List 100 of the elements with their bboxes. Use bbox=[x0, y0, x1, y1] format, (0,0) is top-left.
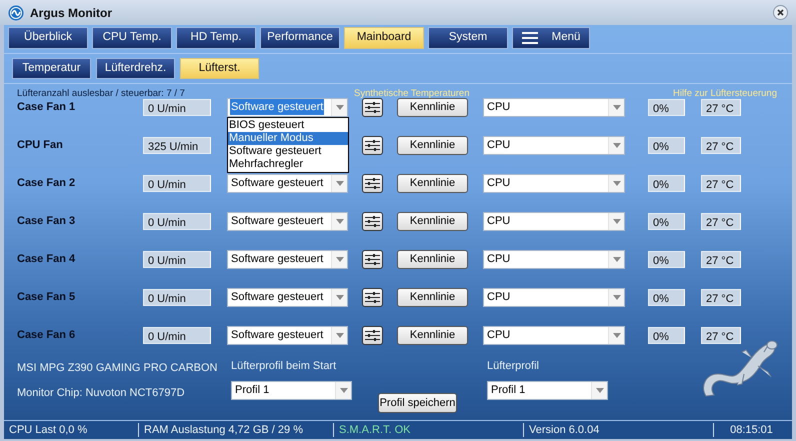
board-name: MSI MPG Z390 GAMING PRO CARBON bbox=[17, 361, 218, 376]
sliders-icon bbox=[365, 254, 380, 264]
source-select[interactable]: CPU bbox=[483, 212, 625, 230]
subtab[interactable]: Lüfterst. bbox=[180, 58, 259, 79]
subtab[interactable]: Temperatur bbox=[12, 58, 91, 79]
subtab[interactable]: Lüfterdrehz. bbox=[96, 58, 175, 79]
caret-icon bbox=[336, 294, 344, 300]
temperature-field: 27 °C bbox=[701, 98, 741, 116]
rpm-field: 0 U/min bbox=[143, 288, 211, 306]
dropdown-button[interactable] bbox=[608, 212, 624, 230]
app-logo-icon bbox=[8, 4, 24, 20]
mode-select[interactable]: Software gesteuert bbox=[227, 250, 348, 268]
settings-button[interactable] bbox=[362, 174, 383, 192]
source-select[interactable]: CPU bbox=[483, 250, 625, 268]
curve-button[interactable]: Kennlinie bbox=[397, 326, 468, 344]
curve-button[interactable]: Kennlinie bbox=[397, 288, 468, 306]
curve-button[interactable]: Kennlinie bbox=[397, 98, 468, 116]
temperature-field: 27 °C bbox=[701, 174, 741, 192]
status-text: CPU Last 0,0 % bbox=[4, 423, 139, 437]
settings-button[interactable] bbox=[362, 326, 383, 344]
rpm-field: 0 U/min bbox=[143, 98, 211, 116]
caret-icon bbox=[340, 388, 348, 392]
temperature-field: 27 °C bbox=[701, 326, 741, 344]
tab[interactable]: Mainboard bbox=[344, 27, 424, 49]
dropdown-button[interactable] bbox=[331, 174, 347, 192]
sliders-icon bbox=[365, 102, 380, 112]
dropdown-option[interactable]: Software gesteuert bbox=[228, 144, 348, 158]
source-select[interactable]: CPU bbox=[483, 98, 625, 116]
percent-field: 0% bbox=[648, 98, 685, 116]
caret-icon bbox=[612, 218, 620, 224]
curve-button[interactable]: Kennlinie bbox=[397, 212, 468, 230]
rpm-field: 325 U/min bbox=[143, 136, 211, 154]
dropdown-button[interactable] bbox=[331, 250, 347, 268]
dropdown-button[interactable] bbox=[608, 326, 624, 344]
fan-name: Case Fan 4 bbox=[17, 252, 76, 267]
close-icon[interactable] bbox=[773, 5, 788, 20]
menu-icon bbox=[522, 32, 538, 44]
menu-button[interactable]: Menü bbox=[512, 27, 590, 49]
status-text: Version 6.0.04 bbox=[524, 423, 714, 437]
dropdown-button[interactable] bbox=[608, 98, 624, 116]
sliders-icon bbox=[365, 178, 380, 188]
mode-select[interactable]: Software gesteuert bbox=[227, 174, 348, 192]
caret-icon bbox=[612, 294, 620, 300]
temperature-field: 27 °C bbox=[701, 250, 741, 268]
tab[interactable]: Performance bbox=[260, 27, 340, 49]
fan-name: Case Fan 3 bbox=[17, 214, 76, 229]
dropdown-button[interactable] bbox=[608, 288, 624, 306]
start-profile-select[interactable]: Profil 1 bbox=[231, 380, 352, 400]
source-select[interactable]: CPU bbox=[483, 174, 625, 192]
dropdown-button[interactable] bbox=[331, 288, 347, 306]
curve-button[interactable]: Kennlinie bbox=[397, 250, 468, 268]
status-text: S.M.A.R.T. OK bbox=[334, 423, 524, 437]
dropdown-button[interactable] bbox=[331, 98, 347, 116]
fan-name: Case Fan 5 bbox=[17, 290, 76, 305]
settings-button[interactable] bbox=[362, 98, 383, 116]
dropdown-option[interactable]: Manueller Modus bbox=[228, 132, 348, 144]
status-text: 08:15:01 bbox=[729, 423, 774, 437]
dropdown-button[interactable] bbox=[608, 250, 624, 268]
tab[interactable]: System bbox=[428, 27, 508, 49]
settings-button[interactable] bbox=[362, 250, 383, 268]
percent-field: 0% bbox=[648, 326, 685, 344]
tab[interactable]: Überblick bbox=[8, 27, 88, 49]
save-profile-button[interactable]: Profil speichern bbox=[378, 393, 457, 413]
caret-icon bbox=[336, 256, 344, 262]
percent-field: 0% bbox=[648, 136, 685, 154]
settings-button[interactable] bbox=[362, 288, 383, 306]
curve-button[interactable]: Kennlinie bbox=[397, 136, 468, 154]
profile-select[interactable]: Profil 1 bbox=[487, 380, 608, 400]
dropdown-button[interactable] bbox=[608, 136, 624, 154]
caret-icon bbox=[336, 218, 344, 224]
dropdown-button[interactable] bbox=[608, 174, 624, 192]
mode-select[interactable]: Software gesteuert bbox=[227, 212, 348, 230]
rpm-field: 0 U/min bbox=[143, 174, 211, 192]
tab[interactable]: CPU Temp. bbox=[92, 27, 172, 49]
source-select[interactable]: CPU bbox=[483, 326, 625, 344]
caret-icon bbox=[336, 332, 344, 338]
mode-select[interactable]: Software gesteuert bbox=[227, 326, 348, 344]
fan-name: CPU Fan bbox=[17, 138, 64, 153]
fan-name: Case Fan 2 bbox=[17, 176, 76, 191]
caret-icon bbox=[612, 256, 620, 262]
percent-field: 0% bbox=[648, 288, 685, 306]
sliders-icon bbox=[365, 330, 380, 340]
caret-icon bbox=[612, 180, 620, 186]
percent-field: 0% bbox=[648, 250, 685, 268]
source-select[interactable]: CPU bbox=[483, 288, 625, 306]
settings-button[interactable] bbox=[362, 136, 383, 154]
tab[interactable]: HD Temp. bbox=[176, 27, 256, 49]
dropdown-button[interactable] bbox=[331, 212, 347, 230]
dropdown-button[interactable] bbox=[331, 326, 347, 344]
mode-select[interactable]: Software gesteuert bbox=[227, 98, 348, 116]
settings-button[interactable] bbox=[362, 212, 383, 230]
source-select[interactable]: CPU bbox=[483, 136, 625, 154]
dropdown-option[interactable]: Mehrfachregler bbox=[228, 158, 348, 170]
sliders-icon bbox=[365, 292, 380, 302]
dropdown-option[interactable]: BIOS gesteuert bbox=[228, 118, 348, 132]
temperature-field: 27 °C bbox=[701, 288, 741, 306]
dropdown-button[interactable] bbox=[591, 382, 607, 398]
mode-select[interactable]: Software gesteuert bbox=[227, 288, 348, 306]
curve-button[interactable]: Kennlinie bbox=[397, 174, 468, 192]
dropdown-button[interactable] bbox=[335, 382, 351, 398]
